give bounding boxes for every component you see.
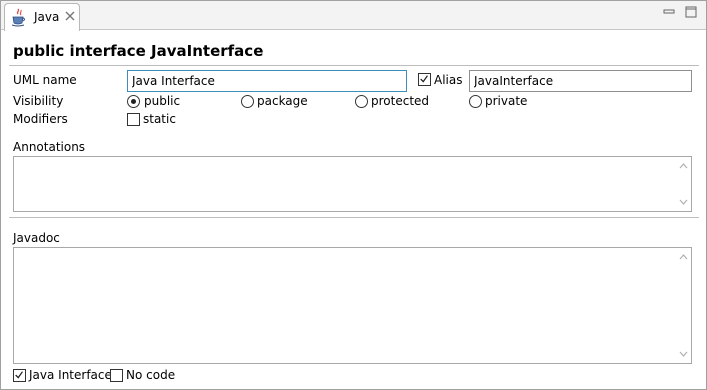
alias-input[interactable] <box>469 70 692 92</box>
uml-name-input[interactable] <box>127 70 407 92</box>
annotations-scrollbar[interactable] <box>676 157 691 211</box>
visibility-protected-radio[interactable] <box>355 95 368 108</box>
visibility-public-label: public <box>144 94 181 108</box>
scroll-up-icon[interactable] <box>679 254 688 260</box>
visibility-package-label: package <box>257 94 308 108</box>
checkmark-icon <box>15 371 23 379</box>
radio-selected-dot <box>131 99 136 104</box>
visibility-private-label: private <box>485 94 528 108</box>
annotations-textarea[interactable] <box>13 156 692 212</box>
javadoc-textarea[interactable] <box>13 247 692 364</box>
uml-name-label: UML name <box>13 73 77 87</box>
scroll-down-icon[interactable] <box>679 199 688 205</box>
checkmark-icon <box>420 75 428 83</box>
visibility-private-radio[interactable] <box>469 95 482 108</box>
javadoc-scrollbar[interactable] <box>676 248 691 363</box>
tab-java[interactable]: Java <box>4 3 80 31</box>
visibility-public-radio[interactable] <box>127 95 140 108</box>
tab-java-label: Java <box>34 10 60 24</box>
section-separator <box>9 217 699 218</box>
scroll-up-icon[interactable] <box>679 163 688 169</box>
page-title: public interface JavaInterface <box>13 42 264 60</box>
java-cup-icon <box>11 8 25 27</box>
alias-label: Alias <box>434 73 463 87</box>
minimize-icon[interactable] <box>662 5 676 19</box>
visibility-protected-label: protected <box>371 94 430 108</box>
tab-bar: Java <box>1 1 706 31</box>
static-checkbox[interactable] <box>127 113 140 126</box>
no-code-label: No code <box>126 368 176 382</box>
java-view-panel: Java public interface JavaInterface UML … <box>0 0 707 390</box>
java-interface-label: Java Interface <box>29 368 112 382</box>
static-label: static <box>143 112 176 126</box>
alias-checkbox[interactable] <box>418 73 431 86</box>
visibility-label: Visibility <box>13 94 64 108</box>
modifiers-label: Modifiers <box>13 112 68 126</box>
annotations-label: Annotations <box>13 140 86 154</box>
maximize-icon[interactable] <box>684 5 698 19</box>
close-icon[interactable] <box>64 10 76 22</box>
visibility-package-radio[interactable] <box>241 95 254 108</box>
no-code-checkbox[interactable] <box>110 369 123 382</box>
title-separator <box>9 65 699 66</box>
javadoc-label: Javadoc <box>13 231 60 245</box>
java-interface-checkbox[interactable] <box>13 369 26 382</box>
scroll-down-icon[interactable] <box>679 351 688 357</box>
